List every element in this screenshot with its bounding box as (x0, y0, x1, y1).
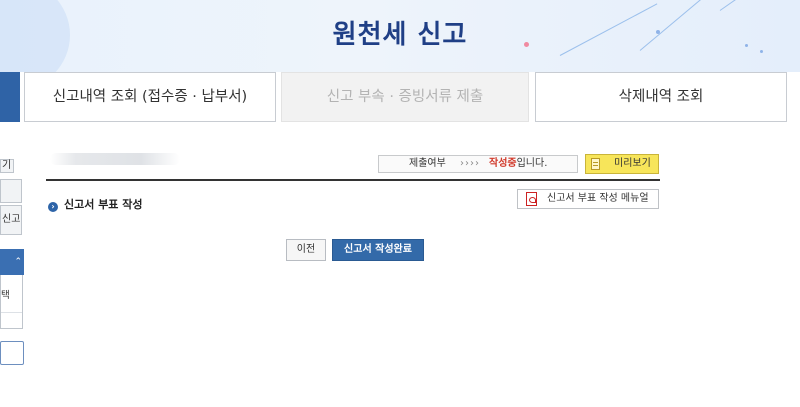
bullet-arrow-icon: › (48, 202, 58, 212)
manual-button[interactable]: 신고서 부표 작성 메뉴얼 (517, 189, 659, 209)
status-label: 제출여부 (409, 158, 446, 169)
pdf-icon (526, 192, 537, 206)
page-title: 원천세 신고 (332, 20, 468, 50)
sidebar-input[interactable] (0, 341, 24, 365)
status-arrows: ›››› (460, 158, 480, 169)
manual-button-label: 신고서 부표 작성 메뉴얼 (547, 193, 649, 204)
sidebar-button[interactable] (0, 179, 22, 203)
active-side-tab[interactable] (0, 72, 20, 122)
document-icon (591, 158, 600, 170)
section-title: › 신고서 부표 작성 (48, 196, 143, 212)
sidebar-button[interactable]: 신고 (0, 205, 22, 235)
sidebar-panel: 택 (0, 275, 23, 329)
previous-button[interactable]: 이전 (286, 239, 326, 261)
preview-button[interactable]: 미리보기 (585, 154, 659, 174)
preview-button-label: 미리보기 (614, 158, 651, 169)
tab-filing-history[interactable]: 신고내역 조회 (접수증 · 납부서) (24, 72, 276, 122)
status-value: 작성중입니다. (489, 156, 547, 172)
divider (1, 312, 22, 313)
sidebar-button[interactable]: 기 (0, 159, 14, 173)
sidebar-panel-header[interactable]: ⌃ (0, 249, 24, 275)
decoration-line (719, 0, 770, 11)
divider (46, 179, 660, 181)
header-banner: 원천세 신고 (0, 0, 800, 72)
tab-attachment-submission: 신고 부속 · 증빙서류 제출 (281, 72, 529, 122)
sidebar-panel-item[interactable]: 택 (1, 290, 10, 301)
section-title-text: 신고서 부표 작성 (64, 198, 143, 211)
submission-status: 제출여부 ›››› 작성중입니다. (378, 155, 578, 173)
tab-deleted-history[interactable]: 삭제내역 조회 (535, 72, 787, 122)
status-suffix: 입니다. (516, 158, 548, 169)
chevron-up-icon[interactable]: ⌃ (14, 257, 22, 267)
status-highlight: 작성중 (489, 158, 517, 169)
complete-filing-button[interactable]: 신고서 작성완료 (332, 239, 424, 261)
blurred-taxpayer-info (50, 153, 180, 165)
